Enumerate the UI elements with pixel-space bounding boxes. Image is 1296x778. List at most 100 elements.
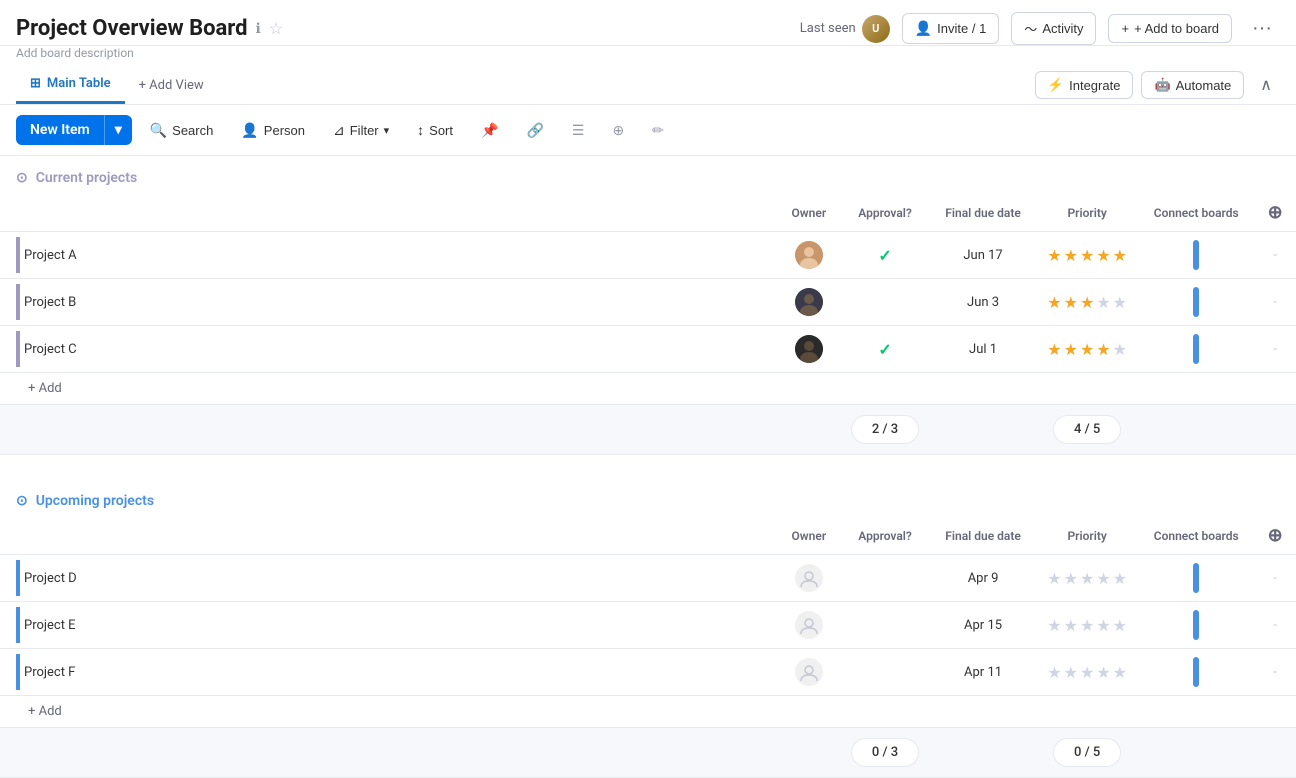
project-e-date-cell[interactable]: Apr 15 bbox=[930, 602, 1036, 649]
star-3: ★ bbox=[1080, 246, 1094, 265]
col-add-button[interactable]: ⊕ bbox=[1254, 194, 1296, 232]
project-c-owner-cell[interactable] bbox=[778, 326, 841, 373]
table-row: Project D 💬 bbox=[0, 555, 1296, 602]
project-d-owner-cell[interactable] bbox=[778, 555, 841, 602]
project-d-date-cell[interactable]: Apr 9 bbox=[930, 555, 1036, 602]
project-b-name-cell[interactable]: Project B 💬 bbox=[0, 279, 778, 326]
project-c-approval-cell[interactable]: ✓ bbox=[840, 326, 930, 373]
add-row-upcoming[interactable]: + Add bbox=[0, 696, 1296, 728]
tab-main-table[interactable]: ⊞ Main Table bbox=[16, 66, 125, 104]
person-filter-button[interactable]: 👤 Person bbox=[231, 116, 315, 145]
top-header: Project Overview Board ℹ ☆ Last seen U 👤… bbox=[0, 0, 1296, 46]
star-icon[interactable]: ☆ bbox=[269, 19, 283, 38]
project-a-priority-cell[interactable]: ★ ★ ★ ★ ★ bbox=[1036, 232, 1138, 279]
project-b-owner-cell[interactable] bbox=[778, 279, 841, 326]
formula-icon: ⊕ bbox=[612, 122, 624, 139]
upcoming-projects-section: ⊙ Upcoming projects Owner Approval? Fina… bbox=[0, 479, 1296, 778]
sort-button[interactable]: ↕ Sort bbox=[407, 116, 463, 144]
project-a-name-cell[interactable]: Project A 💬 bbox=[0, 232, 778, 279]
project-e-priority-cell[interactable]: ★ ★ ★ ★ ★ bbox=[1036, 602, 1138, 649]
star-1: ★ bbox=[1047, 293, 1061, 312]
project-c-date-cell[interactable]: Jul 1 bbox=[930, 326, 1036, 373]
project-f-name-cell[interactable]: Project F 💬 bbox=[0, 649, 778, 696]
star-4: ★ bbox=[1096, 616, 1110, 635]
board-title: Project Overview Board bbox=[16, 16, 248, 41]
invite-button[interactable]: 👤 Invite / 1 bbox=[902, 13, 1000, 44]
project-f-priority-cell[interactable]: ★ ★ ★ ★ ★ bbox=[1036, 649, 1138, 696]
add-row-upcoming-label[interactable]: + Add bbox=[0, 696, 1296, 727]
project-f-approval-cell[interactable] bbox=[840, 649, 930, 696]
integrate-button[interactable]: ⚡ Integrate bbox=[1035, 71, 1134, 99]
star-5: ★ bbox=[1113, 663, 1127, 682]
project-a-date-cell[interactable]: Jun 17 bbox=[930, 232, 1036, 279]
project-f-connect-cell[interactable]: - bbox=[1254, 649, 1296, 696]
new-item-main-button[interactable]: New Item bbox=[16, 115, 104, 145]
formula-button[interactable]: ⊕ bbox=[602, 116, 634, 145]
add-row-cell[interactable]: + Add bbox=[0, 373, 1296, 405]
approval-check: ✓ bbox=[878, 340, 891, 359]
add-view-button[interactable]: + Add View bbox=[125, 68, 218, 103]
view-tabs-right: ⚡ Integrate 🤖 Automate ∧ bbox=[1035, 71, 1280, 99]
project-f-owner-cell[interactable] bbox=[778, 649, 841, 696]
upcoming-projects-chevron[interactable]: ⊙ bbox=[16, 493, 28, 509]
star-3: ★ bbox=[1080, 663, 1094, 682]
current-priority-summary: 4 / 5 bbox=[1053, 415, 1121, 444]
project-e-connect-cell[interactable]: - bbox=[1254, 602, 1296, 649]
pin-button[interactable]: 📌 bbox=[471, 116, 508, 145]
priority-bar bbox=[1193, 563, 1199, 593]
project-b-date-cell[interactable]: Jun 3 bbox=[930, 279, 1036, 326]
row-height-button[interactable]: ☰ bbox=[562, 116, 595, 145]
star-1: ★ bbox=[1047, 340, 1061, 359]
project-c-connect-cell[interactable]: - bbox=[1254, 326, 1296, 373]
add-row-label[interactable]: + Add bbox=[0, 373, 1296, 404]
project-d-name: Project D bbox=[24, 571, 77, 586]
view-tabs-left: ⊞ Main Table + Add View bbox=[16, 66, 218, 104]
project-b-connect-cell[interactable]: - bbox=[1254, 279, 1296, 326]
project-a-owner-cell[interactable] bbox=[778, 232, 841, 279]
filter-button[interactable]: ⊿ Filter ▾ bbox=[323, 116, 399, 145]
project-e-approval-cell[interactable] bbox=[840, 602, 930, 649]
table-row: Project C 💬 bbox=[0, 326, 1296, 373]
project-b-priority-cell[interactable]: ★ ★ ★ ★ ★ bbox=[1036, 279, 1138, 326]
star-2: ★ bbox=[1064, 293, 1078, 312]
project-b-name: Project B bbox=[24, 295, 76, 310]
project-c-name-cell[interactable]: Project C 💬 bbox=[0, 326, 778, 373]
add-row[interactable]: + Add bbox=[0, 373, 1296, 405]
project-c-date: Jul 1 bbox=[930, 332, 1036, 367]
project-b-approval-cell[interactable] bbox=[840, 279, 930, 326]
edit-button[interactable]: ✏ bbox=[642, 116, 674, 145]
project-e-name-cell[interactable]: Project E 💬 bbox=[0, 602, 778, 649]
table-icon: ⊞ bbox=[30, 76, 41, 91]
upcoming-projects-col-headers: Owner Approval? Final due date Priority … bbox=[0, 517, 1296, 555]
add-row-upcoming-cell[interactable]: + Add bbox=[0, 696, 1296, 728]
avatar: U bbox=[862, 15, 890, 43]
project-f-date-cell[interactable]: Apr 11 bbox=[930, 649, 1036, 696]
new-item-dropdown-button[interactable]: ▾ bbox=[104, 115, 132, 145]
col-add-button-up[interactable]: ⊕ bbox=[1254, 517, 1296, 555]
project-d-approval-cell[interactable] bbox=[840, 555, 930, 602]
automate-label: Automate bbox=[1176, 78, 1232, 93]
project-a-connect-cell[interactable]: - bbox=[1254, 232, 1296, 279]
new-item-button-group: New Item ▾ bbox=[16, 115, 132, 145]
col-header-due-date: Final due date bbox=[930, 194, 1036, 232]
link-button[interactable]: 🔗 bbox=[516, 116, 553, 145]
more-options-button[interactable]: ··· bbox=[1244, 13, 1280, 44]
add-to-board-button[interactable]: + + Add to board bbox=[1108, 14, 1232, 43]
info-icon[interactable]: ℹ bbox=[256, 21, 261, 37]
project-c-priority-cell[interactable]: ★ ★ ★ ★ ★ bbox=[1036, 326, 1138, 373]
row-bar bbox=[16, 654, 20, 690]
project-d-connect-cell[interactable]: - bbox=[1254, 555, 1296, 602]
project-d-name-cell[interactable]: Project D 💬 bbox=[0, 555, 778, 602]
activity-button[interactable]: 〜 Activity bbox=[1011, 12, 1096, 45]
current-projects-chevron[interactable]: ⊙ bbox=[16, 170, 28, 186]
project-d-priority-cell[interactable]: ★ ★ ★ ★ ★ bbox=[1036, 555, 1138, 602]
project-d-bar-cell bbox=[1138, 555, 1254, 602]
project-a-approval-cell[interactable]: ✓ bbox=[840, 232, 930, 279]
priority-bar bbox=[1193, 610, 1199, 640]
project-e-owner-cell[interactable] bbox=[778, 602, 841, 649]
search-button[interactable]: 🔍 Search bbox=[140, 116, 224, 145]
automate-button[interactable]: 🤖 Automate bbox=[1141, 71, 1244, 99]
table-row: Project E 💬 bbox=[0, 602, 1296, 649]
summary-name-cell-up bbox=[0, 728, 778, 778]
collapse-button[interactable]: ∧ bbox=[1252, 71, 1280, 99]
